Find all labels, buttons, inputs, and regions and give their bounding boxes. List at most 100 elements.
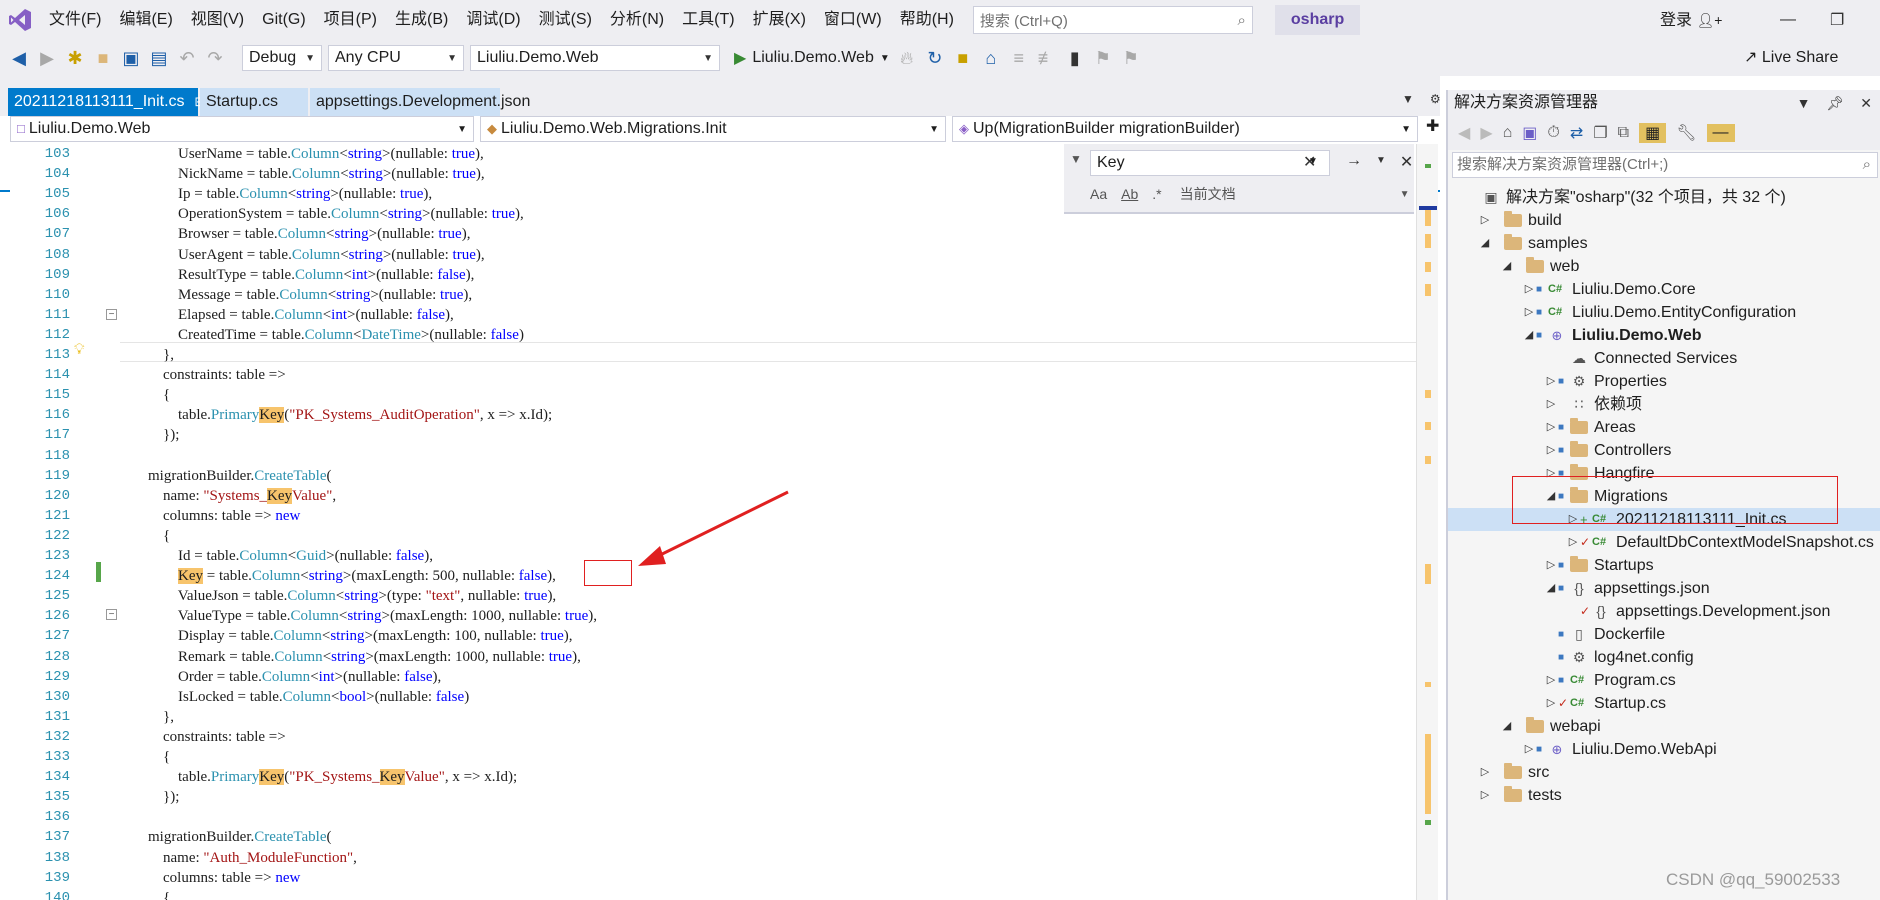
gear-icon[interactable]: ⚙ <box>1430 92 1441 106</box>
save-icon[interactable]: ▣ <box>120 48 142 69</box>
tree-item[interactable]: ◢ ■ {} appsettings.json <box>1448 577 1880 600</box>
tree-item[interactable]: ☁ Connected Services <box>1448 347 1880 370</box>
menu-item[interactable]: 帮助(H) <box>891 0 963 40</box>
history-dropdown-icon[interactable]: ▼ <box>1308 156 1318 167</box>
find-next-icon[interactable]: → <box>1346 152 1362 172</box>
browser-icon[interactable]: ⌂ <box>980 48 1002 69</box>
close-icon[interactable]: ✕ <box>1400 152 1413 172</box>
menu-item[interactable]: 扩展(X) <box>744 0 815 40</box>
tree-item[interactable]: ▷ ■ C# Program.cs <box>1448 669 1880 692</box>
menu-item[interactable]: 文件(F) <box>40 0 110 40</box>
menu-item[interactable]: 窗口(W) <box>815 0 891 40</box>
minimize-icon[interactable]: — <box>1780 11 1796 29</box>
project-dropdown[interactable]: □ Liuliu.Demo.Web ▼ <box>10 116 474 142</box>
collapse-icon[interactable]: ◢ <box>1544 577 1558 600</box>
close-icon[interactable]: ✕ <box>1860 90 1872 116</box>
save-all-icon[interactable]: ▤ <box>148 48 170 69</box>
expand-icon[interactable]: ▷ <box>1544 554 1558 577</box>
collapse-icon[interactable]: ◢ <box>1500 255 1514 278</box>
back-icon[interactable]: ◀ <box>8 48 30 69</box>
platform-dropdown[interactable]: Any CPU ▼ <box>328 45 464 71</box>
undo-icon[interactable]: ↶ <box>176 48 198 69</box>
expand-icon[interactable]: ▷ <box>1544 416 1558 439</box>
new-project-icon[interactable]: ✱ <box>64 48 86 69</box>
chevron-down-icon[interactable]: ▼ <box>1376 152 1386 172</box>
lightbulb-icon[interactable]: 💡︎ <box>74 341 85 358</box>
expand-icon[interactable]: ▷ <box>1544 669 1558 692</box>
search-scope[interactable]: 当前文档 <box>1180 184 1236 204</box>
code-editor[interactable]: 103 104 105 106 107 108 109 110 111 112 113 114 115 1… <box>10 144 1430 900</box>
back-icon[interactable]: ◀ <box>1458 123 1470 143</box>
comment-icon[interactable]: ≡ <box>1008 48 1030 69</box>
editor-scrollbar[interactable] <box>1416 144 1438 900</box>
find-input[interactable]: Key ✕ <box>1090 150 1330 176</box>
split-editor-icon[interactable]: ✚ <box>1426 116 1439 142</box>
tree-item[interactable]: ▷ ■ Startups <box>1448 554 1880 577</box>
tree-item[interactable]: ■ ▯ Dockerfile <box>1448 623 1880 646</box>
tree-item[interactable]: ✓ {} appsettings.Development.json <box>1448 600 1880 623</box>
expand-icon[interactable]: ▷ <box>1478 784 1492 807</box>
tree-item[interactable]: ◢ web <box>1448 255 1880 278</box>
chevron-down-icon[interactable]: ▼ <box>1797 90 1811 116</box>
bookmark-icon[interactable]: ▮ <box>1064 48 1086 69</box>
tree-item[interactable]: ▷ ∷ 依赖项 <box>1448 393 1880 416</box>
type-dropdown[interactable]: ◆ Liuliu.Demo.Web.Migrations.Init ▼ <box>480 116 946 142</box>
menu-item[interactable]: 分析(N) <box>601 0 673 40</box>
collapse-toggle[interactable]: − <box>106 309 117 320</box>
folder-icon[interactable]: ■ <box>952 48 974 69</box>
sync-icon[interactable]: ⇄ <box>1570 123 1583 143</box>
solution-explorer-search[interactable]: 搜索解决方案资源管理器(Ctrl+;) ⌕ <box>1452 152 1878 178</box>
expand-icon[interactable]: ▷ <box>1544 370 1558 393</box>
menu-item[interactable]: Git(G) <box>253 0 315 40</box>
menu-item[interactable]: 视图(V) <box>182 0 253 40</box>
pin-icon[interactable]: 📌︎ <box>1826 90 1844 116</box>
restore-icon[interactable]: ❐ <box>1830 10 1844 30</box>
tree-item[interactable]: ▷ tests <box>1448 784 1880 807</box>
tree-item[interactable]: ▷ ■ C# Liuliu.Demo.Core <box>1448 278 1880 301</box>
show-all-files-icon[interactable]: ⧉ <box>1618 124 1629 142</box>
expand-icon[interactable]: ▷ <box>1544 439 1558 462</box>
tree-item[interactable]: ■ ⚙ log4net.config <box>1448 646 1880 669</box>
tree-item[interactable]: ▷ ■ C# Liuliu.Demo.EntityConfiguration <box>1448 301 1880 324</box>
forward-icon[interactable]: ▶ <box>1480 123 1492 143</box>
menu-item[interactable]: 编辑(E) <box>110 0 181 40</box>
expand-icon[interactable]: ▷ <box>1522 278 1536 301</box>
tree-item[interactable]: ◢ ■ ⊕ Liuliu.Demo.Web <box>1448 324 1880 347</box>
properties-icon[interactable]: 🔧︎ <box>1676 123 1696 143</box>
tree-item[interactable]: ▷ ■ ⚙ Properties <box>1448 370 1880 393</box>
tab-document[interactable]: appsettings.Development.json <box>310 88 530 116</box>
refresh-icon[interactable]: ↻ <box>924 48 946 69</box>
login-button[interactable]: 登录 👤︎+ <box>1660 0 1722 40</box>
expand-icon[interactable]: ▷ <box>1566 531 1580 554</box>
collapse-icon[interactable]: ◢ <box>1478 232 1492 255</box>
collapse-icon[interactable]: ◢ <box>1522 324 1536 347</box>
tree-item[interactable]: ▷ ■ Areas <box>1448 416 1880 439</box>
menu-item[interactable]: 调试(D) <box>457 0 529 40</box>
expand-icon[interactable]: ▷ <box>1544 692 1558 715</box>
redo-icon[interactable]: ↷ <box>204 48 226 69</box>
regex-icon[interactable]: .* <box>1152 186 1161 202</box>
live-share-button[interactable]: ↗ Live Share <box>1744 40 1838 76</box>
member-dropdown[interactable]: ◈ Up(MigrationBuilder migrationBuilder) ▼ <box>952 116 1418 142</box>
tree-item[interactable]: ▷ ✓ C# DefaultDbContextModelSnapshot.cs <box>1448 531 1880 554</box>
hot-reload-icon[interactable]: 🔥︎ <box>896 48 918 69</box>
chevron-down-icon[interactable]: ▼ <box>1400 189 1410 200</box>
tree-item[interactable]: ▣ 解决方案"osharp"(32 个项目，共 32 个) <box>1448 186 1880 209</box>
configuration-dropdown[interactable]: Debug ▼ <box>242 45 322 71</box>
expand-icon[interactable]: ▷ <box>1544 393 1558 416</box>
menu-item[interactable]: 生成(B) <box>386 0 457 40</box>
tree-item[interactable]: ◢ samples <box>1448 232 1880 255</box>
tree-item[interactable]: ▷ src <box>1448 761 1880 784</box>
switch-views-icon[interactable]: ▣ <box>1522 123 1537 143</box>
bookmark-prev-icon[interactable]: ⚑ <box>1092 48 1114 69</box>
preview-selected-icon[interactable]: ▦ <box>1639 123 1667 143</box>
expand-icon[interactable]: ▷ <box>1522 738 1536 761</box>
startup-project-dropdown[interactable]: Liuliu.Demo.Web ▼ <box>470 45 720 71</box>
menu-item[interactable]: 工具(T) <box>673 0 743 40</box>
tab-document[interactable]: Startup.cs <box>200 88 308 116</box>
expand-icon[interactable]: ▷ <box>1478 761 1492 784</box>
expand-icon[interactable]: ▷ <box>1522 301 1536 324</box>
quick-launch-search[interactable]: 搜索 (Ctrl+Q) ⌕ <box>972 6 1253 34</box>
open-folder-icon[interactable]: ■ <box>92 48 114 69</box>
collapse-all-icon[interactable]: ❐ <box>1593 123 1607 143</box>
